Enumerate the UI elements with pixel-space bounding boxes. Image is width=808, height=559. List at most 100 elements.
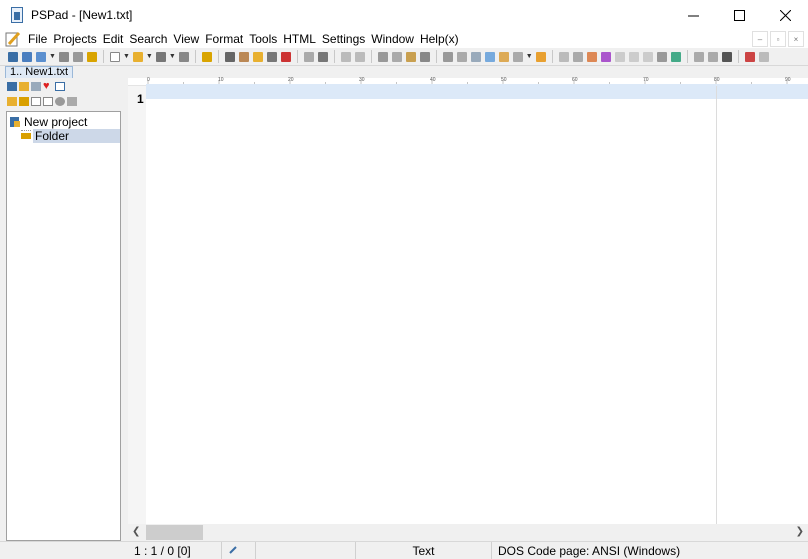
ruler-mark: 90 [785,77,791,83]
console-icon[interactable] [721,51,732,62]
paste-icon[interactable] [405,51,416,62]
project-settings-icon[interactable] [86,51,97,62]
close-icon [779,9,791,21]
tree-node-folder[interactable]: Folder [21,129,120,143]
text-editor[interactable]: 0 10 20 30 40 50 60 70 80 90 1 [128,77,808,524]
search-icon[interactable] [224,51,235,62]
print-icon[interactable] [317,51,328,62]
menu-view[interactable]: View [170,30,202,48]
dropdown-arrow-icon[interactable]: ▼ [49,53,56,60]
code-explorer-icon[interactable] [628,51,639,62]
external-app-icon[interactable] [707,51,718,62]
clip-icon[interactable] [642,51,653,62]
pin-icon[interactable] [535,51,546,62]
delete-icon[interactable] [419,51,430,62]
new-file-icon[interactable] [8,51,18,62]
favorites-heart-icon[interactable]: ♥ [43,81,53,92]
mdi-restore-button[interactable]: ▫ [770,31,786,47]
document-edit-icon[interactable] [5,31,21,47]
menu-window[interactable]: Window [368,30,417,48]
find-in-files-icon[interactable] [252,51,263,62]
projects-tab-icon[interactable] [7,82,17,91]
add-folder-icon[interactable] [7,97,17,106]
undo-icon[interactable] [340,51,351,62]
menu-format[interactable]: Format [202,30,246,48]
redo-icon[interactable] [354,51,365,62]
menu-settings[interactable]: Settings [319,30,368,48]
special-chars-icon[interactable] [442,51,453,62]
syntax-highlighter[interactable]: Text [356,542,492,559]
line-number-gutter: 1 [128,86,146,524]
tree-icon[interactable] [201,51,212,62]
settings-icon[interactable] [758,51,769,62]
remove-item-icon[interactable] [43,97,53,106]
goto-icon[interactable] [266,51,277,62]
open-project-icon[interactable] [36,51,46,62]
project-icon [10,117,20,127]
save-all-icon[interactable] [178,51,189,62]
files-tab-icon[interactable] [19,82,29,91]
menu-projects[interactable]: Projects [50,30,99,48]
add-current-file-icon[interactable] [31,97,41,106]
pilcrow-icon[interactable] [456,51,467,62]
menu-edit[interactable]: Edit [100,30,127,48]
spell-check-icon[interactable] [614,51,625,62]
tab-new1-txt[interactable]: 1.. New1.txt [5,66,74,78]
compare-icon[interactable] [558,51,569,62]
save-icon[interactable] [155,51,166,62]
hex-edit-icon[interactable] [512,51,523,62]
copy-icon[interactable] [391,51,402,62]
word-wrap-icon[interactable] [498,51,509,62]
open-folder-icon[interactable] [132,51,143,62]
tree-node-label: New project [24,115,88,129]
ruler-mark: 70 [643,77,649,83]
clip-tab-icon[interactable] [31,82,41,91]
windows-tab-icon[interactable] [55,82,65,91]
print-preview-icon[interactable] [303,51,314,62]
horizontal-scrollbar[interactable]: ❮ ❯ [128,524,808,541]
run-icon[interactable] [693,51,704,62]
menu-tools[interactable]: Tools [246,30,280,48]
replace-icon[interactable] [238,51,249,62]
maximize-button[interactable] [716,0,762,30]
new-project-icon[interactable] [22,51,32,62]
ruler-mark: 80 [714,77,720,83]
mdi-minimize-button[interactable]: – [752,31,768,47]
mdi-close-button[interactable]: × [788,31,804,47]
scroll-right-icon[interactable]: ❯ [796,526,804,537]
tools-icon[interactable] [67,97,77,106]
menu-html[interactable]: HTML [280,30,319,48]
dropdown-arrow-icon[interactable]: ▼ [169,53,176,60]
info-icon[interactable] [55,97,65,106]
dropdown-arrow-icon[interactable]: ▼ [526,53,533,60]
menu-help[interactable]: Help(x) [417,30,462,48]
macro-icon[interactable] [600,51,611,62]
line-numbers-icon[interactable] [470,51,481,62]
save-project-icon[interactable] [58,51,69,62]
google-icon[interactable] [670,51,681,62]
menu-file[interactable]: File [25,30,50,48]
pspad-app-icon[interactable] [9,7,25,23]
add-files-icon[interactable] [19,97,29,106]
menu-search[interactable]: Search [126,30,170,48]
close-button[interactable] [762,0,808,30]
window-title: PSPad - [New1.txt] [31,8,133,22]
stop-icon[interactable] [744,51,755,62]
new-document-icon[interactable] [109,51,120,62]
dropdown-arrow-icon[interactable]: ▼ [123,53,130,60]
minimize-button[interactable] [670,0,716,30]
menu-bar: File Projects Edit Search View Format To… [0,30,808,48]
filter-icon[interactable] [656,51,667,62]
block-select-icon[interactable] [484,51,495,62]
color-picker-icon[interactable] [586,51,597,62]
close-project-icon[interactable] [72,51,83,62]
cut-icon[interactable] [377,51,388,62]
scrollbar-thumb[interactable] [146,525,203,540]
dropdown-arrow-icon[interactable]: ▼ [146,53,153,60]
ruler-mark: 10 [218,77,224,83]
text-diff-icon[interactable] [572,51,583,62]
code-page[interactable]: DOS Code page: ANSI (Windows) [492,542,808,559]
tree-node-project[interactable]: New project [9,115,87,129]
bookmark-icon[interactable] [280,51,291,62]
scroll-left-icon[interactable]: ❮ [132,526,140,537]
